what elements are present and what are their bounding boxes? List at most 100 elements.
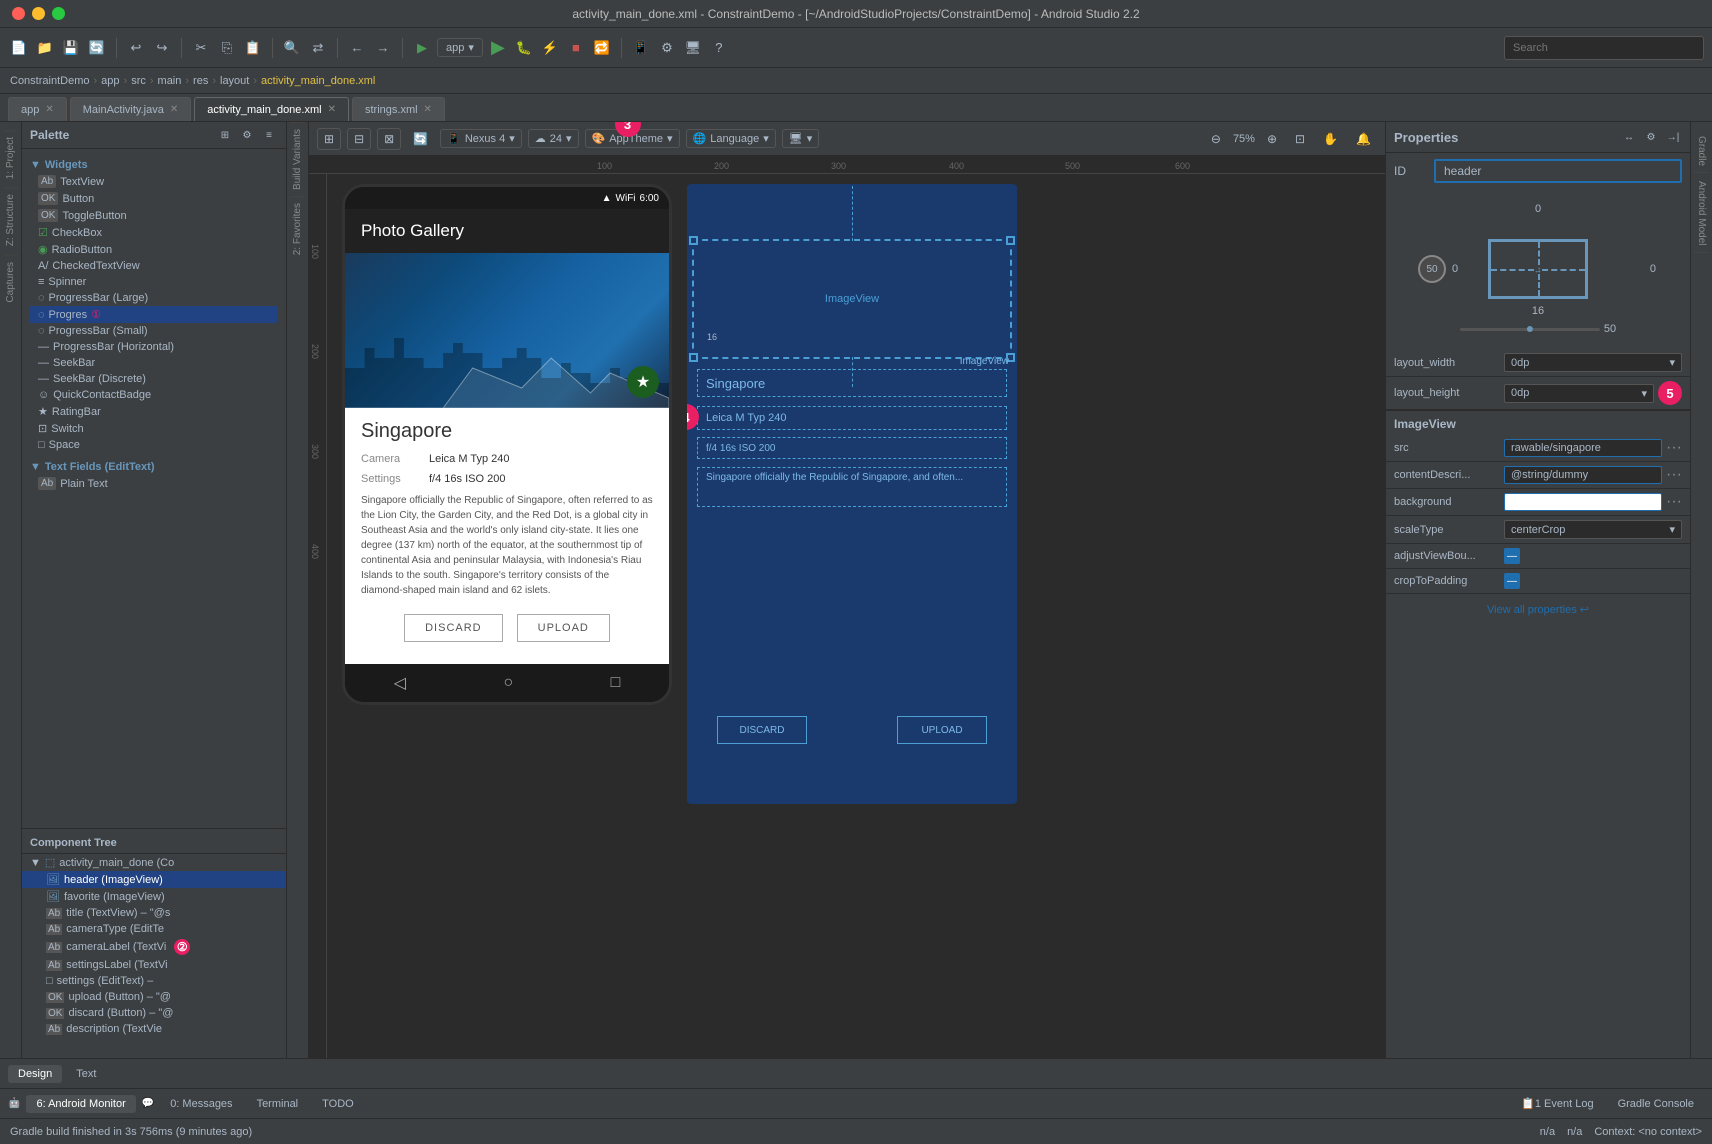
bc-file[interactable]: activity_main_done.xml — [261, 75, 375, 87]
cut-button[interactable]: ✂ — [190, 37, 212, 59]
avd-manager-button[interactable]: 📱 — [630, 37, 652, 59]
panel-build-variants[interactable]: Build Variants — [290, 122, 305, 196]
close-tab-mainactivity[interactable]: ✕ — [170, 104, 178, 115]
palette-item-seekbar[interactable]: — SeekBar — [30, 355, 278, 371]
bp-discard-btn[interactable]: DISCARD — [717, 716, 807, 744]
bp-singapore-text[interactable]: Singapore — [697, 369, 1007, 397]
tree-item-header[interactable]: 🖼 header (ImageView) — [22, 871, 286, 888]
api-dropdown[interactable]: ☁ 24 ▾ — [528, 129, 579, 148]
help-button[interactable]: ? — [708, 37, 730, 59]
props-expand-button[interactable]: ↔ — [1620, 128, 1638, 146]
orientation-button[interactable]: 🔄 — [407, 129, 434, 149]
zoom-out-button[interactable]: ⊖ — [1205, 129, 1227, 149]
adjust-view-checkbox[interactable]: — — [1504, 548, 1520, 564]
view-all-properties-link[interactable]: View all properties ↩ — [1487, 604, 1589, 616]
palette-item-checkedtextview[interactable]: A/ CheckedTextView — [30, 258, 278, 274]
event-log-button[interactable]: 📋1 Event Log — [1511, 1094, 1603, 1113]
content-desc-value-container[interactable]: @string/dummy — [1504, 466, 1662, 484]
palette-item-progressbar-large[interactable]: ◌ ProgressBar (Large) — [30, 290, 278, 306]
tab-text[interactable]: Text — [66, 1065, 106, 1083]
notifications-button[interactable]: 🔔 — [1350, 129, 1377, 149]
minimize-button[interactable] — [32, 7, 45, 20]
bp-camera-type[interactable]: Leica M Typ 240 — [697, 406, 1007, 430]
panel-gradle[interactable]: Gradle — [1694, 130, 1709, 173]
bc-main[interactable]: main — [158, 75, 182, 87]
panel-captures[interactable]: Captures — [3, 255, 18, 309]
tree-item-title[interactable]: Ab title (TextView) – "@s — [22, 905, 286, 921]
profile-button[interactable]: ⚡ — [539, 37, 561, 59]
palette-item-progressbar-horizontal[interactable]: — ProgressBar (Horizontal) — [30, 339, 278, 355]
phone-discard-button[interactable]: DISCARD — [404, 614, 503, 642]
panel-android-monitor[interactable]: 6: Android Monitor — [26, 1095, 135, 1113]
layout-width-dropdown[interactable]: 0dp ▾ — [1504, 353, 1682, 372]
panel-terminal[interactable]: Terminal — [247, 1095, 309, 1113]
content-desc-more-button[interactable]: ··· — [1666, 466, 1682, 484]
palette-item-button[interactable]: OK Button — [30, 190, 278, 207]
find-button[interactable]: 🔍 — [281, 37, 303, 59]
tree-item-root[interactable]: ▼ ⬚ activity_main_done (Co — [22, 854, 286, 871]
bc-res[interactable]: res — [193, 75, 208, 87]
palette-settings-button[interactable]: ⚙ — [238, 126, 256, 144]
panel-messages[interactable]: 0: Messages — [160, 1095, 242, 1113]
tab-mainactivity[interactable]: MainActivity.java ✕ — [70, 97, 192, 121]
palette-item-seekbar-discrete[interactable]: — SeekBar (Discrete) — [30, 371, 278, 387]
palette-item-plain-text[interactable]: Ab Plain Text — [30, 475, 278, 492]
close-tab-activity-main[interactable]: ✕ — [328, 104, 336, 115]
new-file-button[interactable]: 📄 — [8, 37, 30, 59]
replace-button[interactable]: ⇄ — [307, 37, 329, 59]
bp-description[interactable]: Singapore officially the Republic of Sin… — [697, 467, 1007, 507]
scale-type-dropdown[interactable]: centerCrop ▾ — [1504, 520, 1682, 539]
panel-structure[interactable]: Z: Structure — [3, 187, 18, 252]
bc-layout[interactable]: layout — [220, 75, 249, 87]
palette-item-quickcontact[interactable]: ☺ QuickContactBadge — [30, 387, 278, 403]
palette-item-progressbar-small[interactable]: ◌ ProgressBar (Small) — [30, 323, 278, 339]
gradle-sync-button[interactable]: 🔁 — [591, 37, 613, 59]
bp-settings[interactable]: f/4 16s ISO 200 — [697, 437, 1007, 459]
language-dropdown[interactable]: 🌐 Language ▾ — [686, 129, 776, 148]
tree-item-description[interactable]: Ab description (TextVie — [22, 1021, 286, 1037]
props-settings-button[interactable]: ⚙ — [1642, 128, 1660, 146]
phone-upload-button[interactable]: UPLOAD — [517, 614, 610, 642]
global-search-input[interactable] — [1504, 36, 1704, 60]
bc-app[interactable]: app — [101, 75, 119, 87]
tree-item-discard[interactable]: OK discard (Button) – "@ — [22, 1005, 286, 1021]
paste-button[interactable]: 📋 — [242, 37, 264, 59]
tree-item-cameralabel[interactable]: Ab cameraLabel (TextVi② — [22, 937, 286, 957]
props-close-button[interactable]: →| — [1664, 128, 1682, 146]
save-all-button[interactable]: 💾 — [60, 37, 82, 59]
palette-item-ratingbar[interactable]: ★ RatingBar — [30, 403, 278, 420]
background-value-container[interactable] — [1504, 493, 1662, 511]
app-dropdown[interactable]: app▾ — [437, 38, 483, 57]
panel-android-model[interactable]: Android Model — [1694, 175, 1709, 252]
maximize-button[interactable] — [52, 7, 65, 20]
sync-button[interactable]: 🔄 — [86, 37, 108, 59]
palette-item-progressbar[interactable]: ◌ Progres① — [30, 306, 278, 323]
sdk-manager-button[interactable]: ⚙ — [656, 37, 678, 59]
background-more-button[interactable]: ··· — [1666, 493, 1682, 511]
tree-item-upload[interactable]: OK upload (Button) – "@ — [22, 989, 286, 1005]
tree-item-settingslabel[interactable]: Ab settingsLabel (TextVi — [22, 957, 286, 973]
panel-todo[interactable]: TODO — [312, 1095, 364, 1113]
close-tab-strings[interactable]: ✕ — [424, 104, 432, 115]
tab-app[interactable]: app ✕ — [8, 97, 67, 121]
panel-favorites[interactable]: 2: Favorites — [290, 196, 305, 261]
tree-item-favorite[interactable]: 🖼 favorite (ImageView) — [22, 888, 286, 905]
make-button[interactable]: ▶ — [411, 37, 433, 59]
run-button[interactable]: ▶ — [487, 37, 509, 59]
id-input[interactable]: header — [1434, 159, 1682, 183]
device-monitor-button[interactable]: 🖥 — [682, 37, 704, 59]
tab-design[interactable]: Design — [8, 1065, 62, 1083]
debug-button[interactable]: 🐛 — [513, 37, 535, 59]
tree-item-settings[interactable]: □ settings (EditText) – — [22, 973, 286, 989]
nav-forward-button[interactable]: → — [372, 37, 394, 59]
bc-src[interactable]: src — [131, 75, 146, 87]
palette-expand-button[interactable]: ⊞ — [216, 126, 234, 144]
gradle-console-button[interactable]: Gradle Console — [1608, 1095, 1704, 1113]
close-tab-app[interactable]: ✕ — [45, 104, 53, 115]
panel-project[interactable]: 1: Project — [3, 130, 18, 185]
pan-button[interactable]: ✋ — [1317, 129, 1344, 149]
fit-screen-button[interactable]: ⊡ — [1289, 129, 1311, 149]
nav-back-button[interactable]: ← — [346, 37, 368, 59]
tab-activity-main[interactable]: activity_main_done.xml ✕ — [194, 97, 349, 121]
src-more-button[interactable]: ··· — [1666, 439, 1682, 457]
